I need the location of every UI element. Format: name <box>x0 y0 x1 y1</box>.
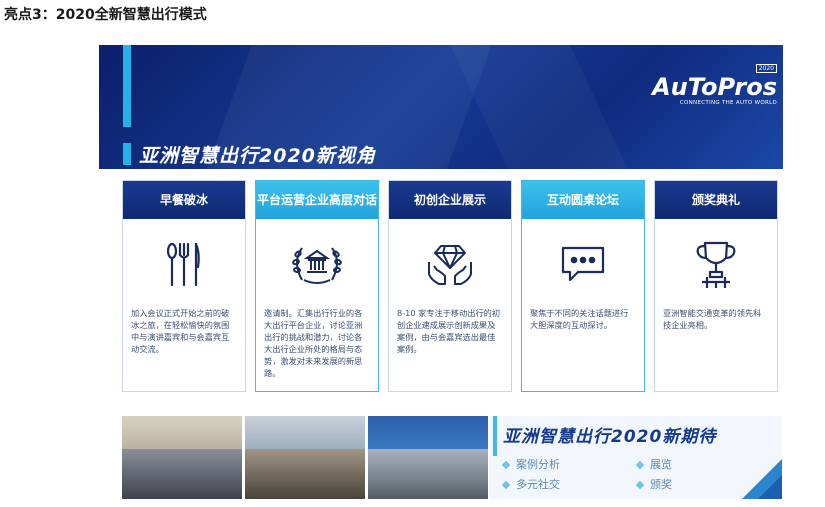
banner-decoration <box>450 45 628 169</box>
section-heading: 亮点3：2020全新智慧出行模式 <box>4 7 207 23</box>
event-photo <box>245 416 365 499</box>
event-photo <box>368 416 488 499</box>
diamond-bullet-icon <box>501 480 511 490</box>
banner-title-marker <box>123 143 131 165</box>
expect-item: 颁奖 <box>635 476 672 492</box>
banner-title: 亚洲智慧出行2020新视角 <box>139 145 376 167</box>
card-title: 颁奖典礼 <box>655 181 777 219</box>
diamond-bullet-icon <box>635 480 645 490</box>
card-roundtable: 互动圆桌论坛 聚焦于不同的关注话题进行大胆深度的互动探讨。 <box>521 180 645 392</box>
event-photo <box>122 416 242 499</box>
expect-accent-bar <box>493 416 497 456</box>
card-description: 聚焦于不同的关注话题进行大胆深度的互动探讨。 <box>530 308 629 330</box>
diamond-bullet-icon <box>501 460 511 470</box>
card-title: 互动圆桌论坛 <box>522 181 644 219</box>
diamond-hands-icon <box>389 229 511 301</box>
chat-bubble-icon <box>522 229 644 301</box>
card-awards: 颁奖典礼 亚洲智能交通变革的领先科技企业亮相。 <box>654 180 778 392</box>
hero-banner: 亚洲智慧出行2020新视角 2020 AuToPros CONNECTING T… <box>99 45 783 169</box>
card-startup-showcase: 初创企业展示 8-10 家专注于移动出行的初创企业速成展示创新成果及案例，由与会… <box>388 180 512 392</box>
event-photos <box>122 416 488 499</box>
card-title: 早餐破冰 <box>123 181 245 219</box>
expect-item: 多元社交 <box>501 476 560 492</box>
expect-item: 案例分析 <box>501 456 560 472</box>
banner-accent-stripe <box>123 45 131 127</box>
session-cards: 早餐破冰 加入会议正式开始之前的破冰之旅，在轻松愉快的氛围中与演讲嘉宾和与会嘉宾… <box>122 180 782 394</box>
logo-name: AuToPros <box>652 73 777 101</box>
logo-badge: 2020 <box>755 64 777 73</box>
card-description: 加入会议正式开始之前的破冰之旅，在轻松愉快的氛围中与演讲嘉宾和与会嘉宾互动交流。 <box>131 308 230 354</box>
cutlery-icon <box>123 229 245 301</box>
expect-item: 展览 <box>635 456 672 472</box>
card-description: 亚洲智能交通变革的领先科技企业亮相。 <box>663 308 762 330</box>
diamond-bullet-icon <box>635 460 645 470</box>
card-description: 邀请制。汇集出行行业的各大出行平台企业，讨论亚洲出行的挑战和潜力，讨论各大出行企… <box>264 308 363 378</box>
expectations-panel: 亚洲智慧出行2020新期待 案例分析 展览 多元社交 颁奖 <box>489 416 782 499</box>
laurel-building-icon <box>256 229 378 301</box>
corner-decoration <box>758 475 782 499</box>
card-title: 初创企业展示 <box>389 181 511 219</box>
expect-title: 亚洲智慧出行2020新期待 <box>503 427 717 447</box>
trophy-icon <box>655 229 777 301</box>
card-description: 8-10 家专注于移动出行的初创企业速成展示创新成果及案例，由与会嘉宾选出最佳案… <box>397 308 501 354</box>
card-executive-dialogue: 平台运营企业高层对话 邀请制。汇集出行行业的各大出行平台企业，讨论亚洲出行的挑战… <box>255 180 379 392</box>
card-breakfast: 早餐破冰 加入会议正式开始之前的破冰之旅，在轻松愉快的氛围中与演讲嘉宾和与会嘉宾… <box>122 180 246 392</box>
autopros-logo: 2020 AuToPros CONNECTING THE AUTO WORLD <box>652 55 777 106</box>
card-title: 平台运营企业高层对话 <box>256 181 378 219</box>
